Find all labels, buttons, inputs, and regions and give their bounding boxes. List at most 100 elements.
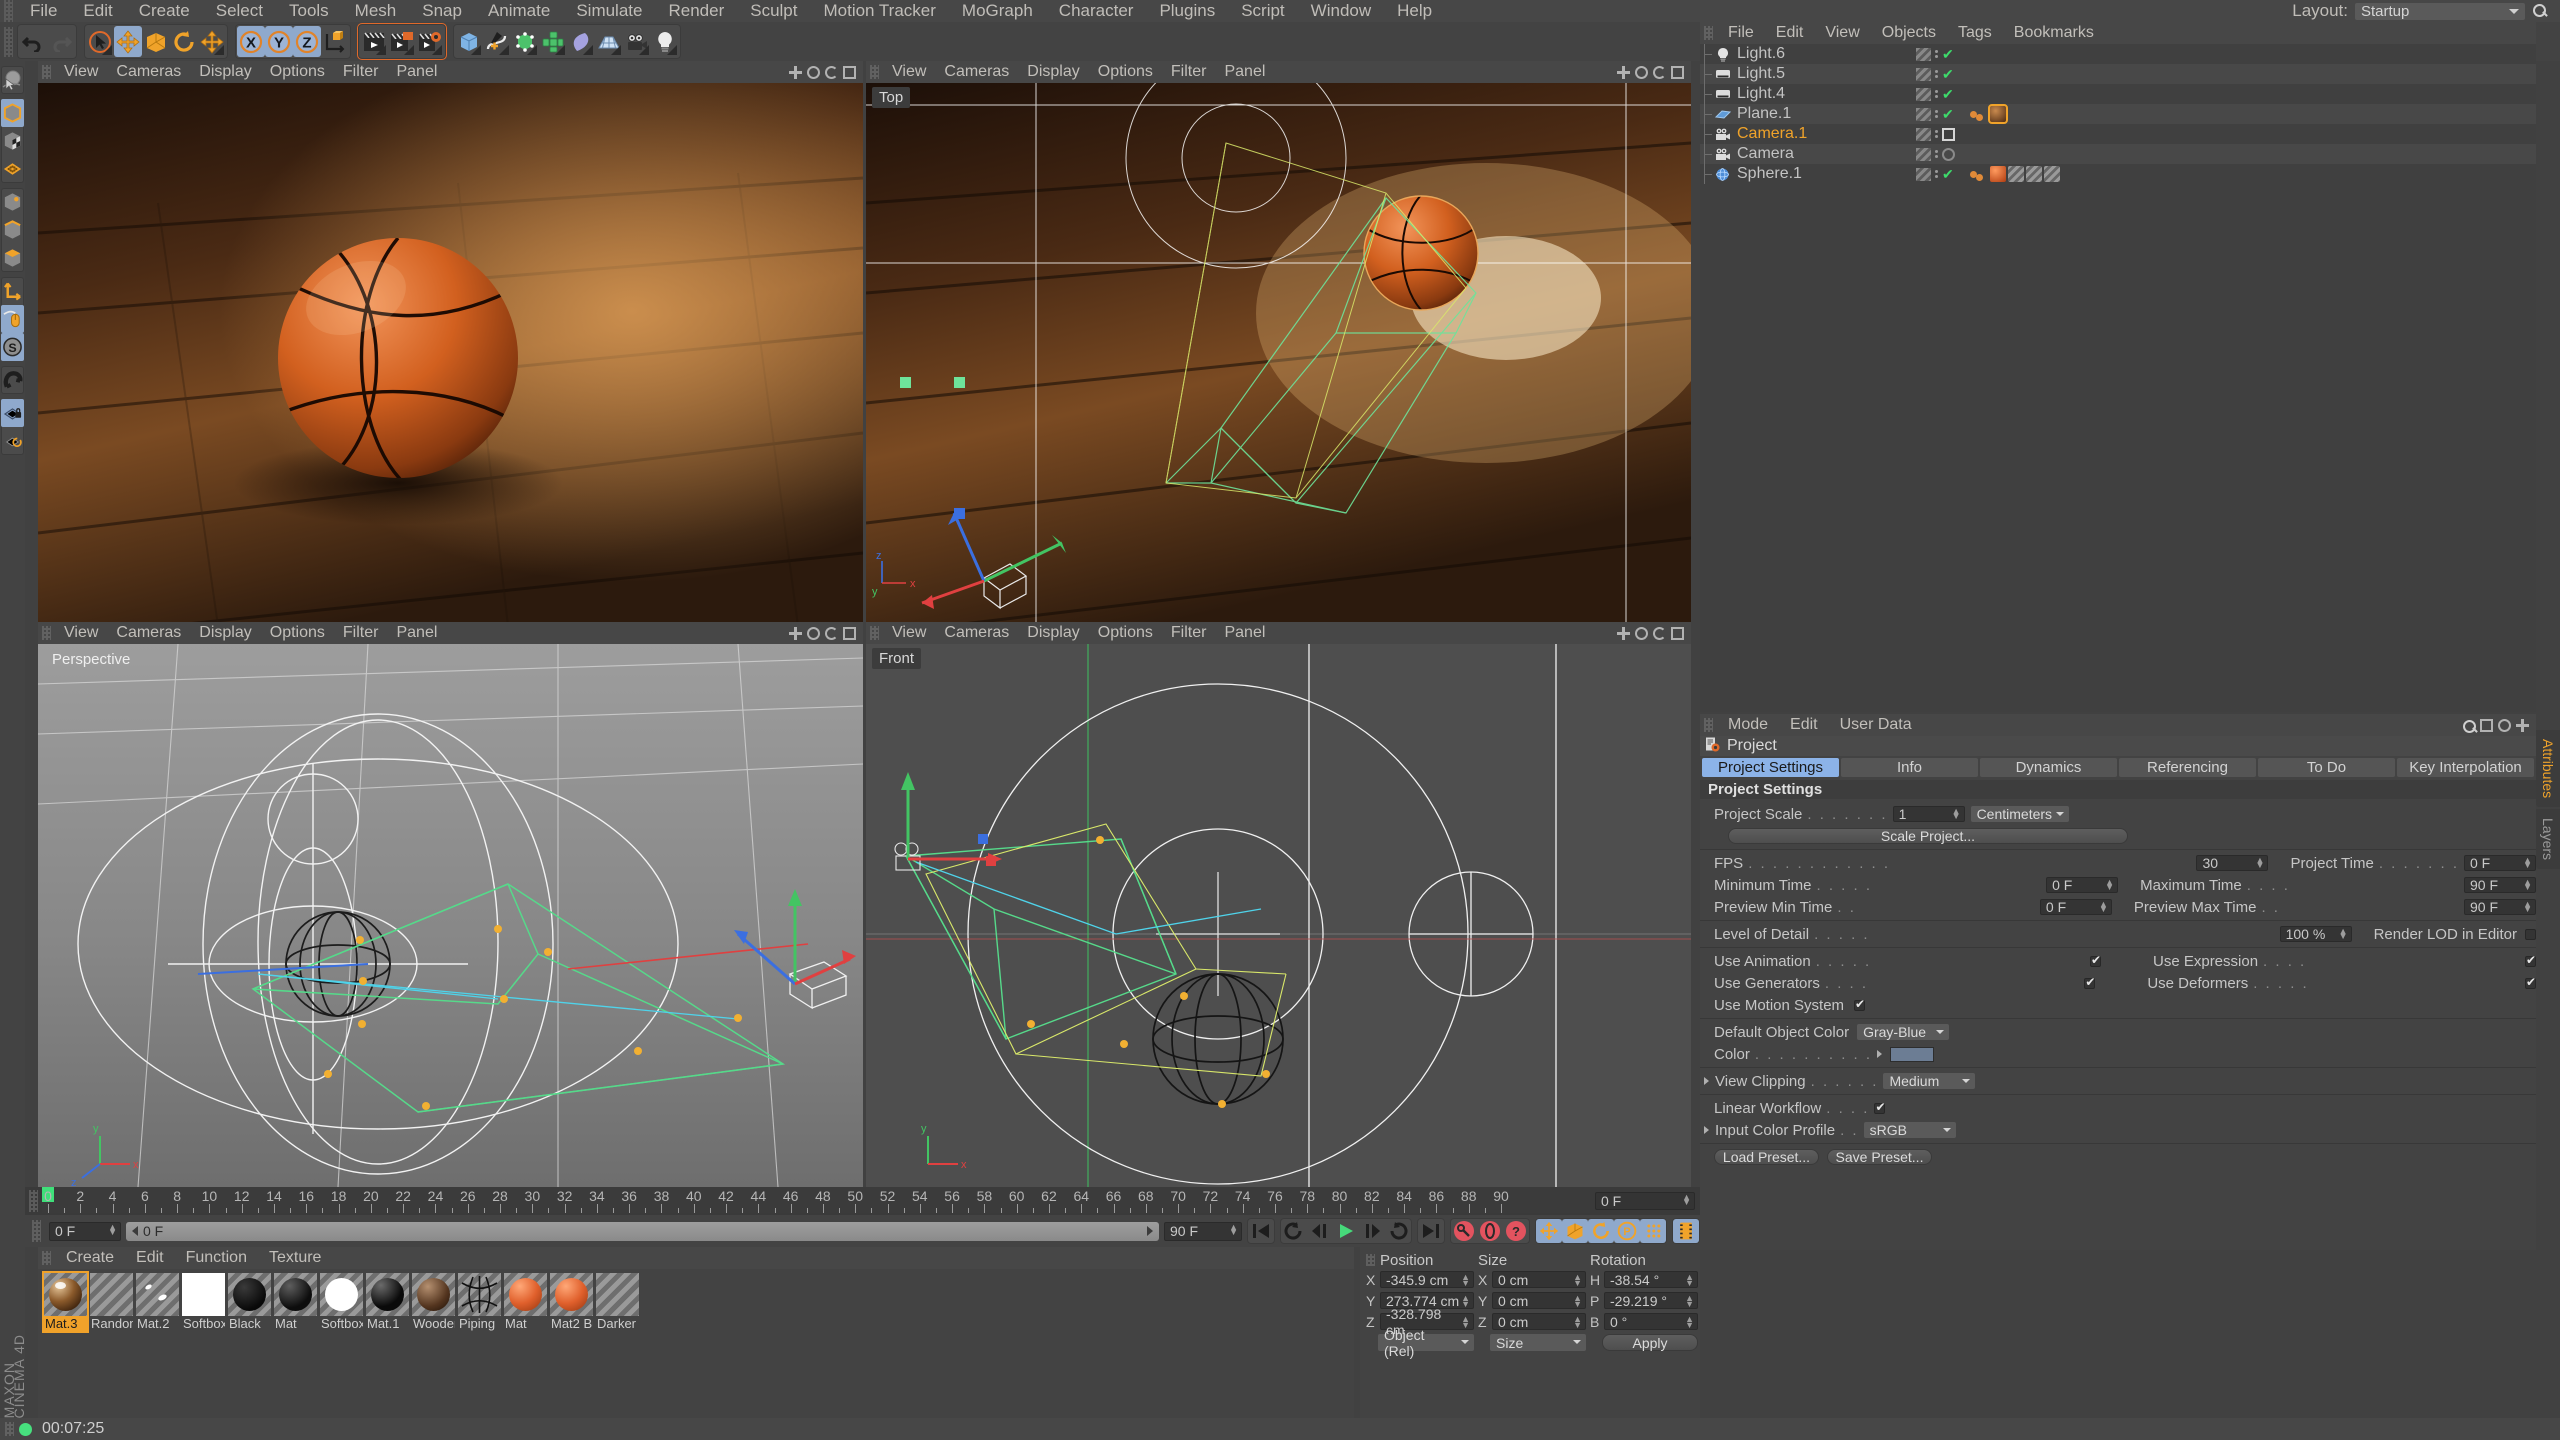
object-row-plane1[interactable]: Plane.1 ✔: [1700, 104, 2536, 124]
edge-cube-icon[interactable]: [1, 188, 24, 216]
om-menu-bookmarks[interactable]: Bookmarks: [2003, 24, 2105, 42]
transport-grip[interactable]: [32, 1220, 41, 1242]
menu-sculpt[interactable]: Sculpt: [737, 0, 810, 22]
mat-menu-create[interactable]: Create: [55, 1249, 125, 1267]
material-item-black[interactable]: Black: [228, 1273, 271, 1331]
statusbar-grip[interactable]: [5, 1422, 14, 1436]
vp-menu-filter[interactable]: Filter: [1162, 624, 1216, 642]
material-item-wooden[interactable]: Wooden: [412, 1273, 455, 1331]
layer-swatch[interactable]: [1916, 127, 1931, 141]
side-tab-attributes[interactable]: Attributes: [2536, 730, 2560, 808]
x-axis-lock[interactable]: X: [237, 26, 265, 57]
material-tag-orange[interactable]: [1990, 166, 2006, 182]
apply-button[interactable]: Apply: [1602, 1334, 1698, 1351]
vp-menu-panel[interactable]: Panel: [387, 624, 446, 642]
menu-script[interactable]: Script: [1228, 0, 1297, 22]
attributes-search-icon[interactable]: [2462, 719, 2476, 733]
tab-info[interactable]: Info: [1841, 758, 1978, 777]
texture-cube-icon[interactable]: [1, 127, 24, 155]
rotation-b-input[interactable]: 0 ° ▲ ▼: [1604, 1313, 1698, 1330]
viewport-pan-icon[interactable]: [1617, 65, 1630, 79]
attributes-grip[interactable]: [1704, 718, 1713, 732]
z-axis-lock[interactable]: Z: [293, 26, 321, 57]
tag-hatch-1[interactable]: [2008, 166, 2024, 182]
viewport-rotate-icon[interactable]: [1653, 65, 1666, 79]
material-item-mat2-bu[interactable]: Mat2 Bu: [550, 1273, 593, 1331]
menu-help[interactable]: Help: [1384, 0, 1445, 22]
timeline-grip[interactable]: [29, 1190, 38, 1212]
viewport-maximize-icon[interactable]: [1671, 626, 1684, 640]
color-expand-arrow-icon[interactable]: [1877, 1050, 1883, 1058]
material-grip[interactable]: [42, 1251, 51, 1265]
viewport-maximize-icon[interactable]: [843, 626, 856, 640]
vp-menu-cameras[interactable]: Cameras: [935, 624, 1018, 642]
vp-menu-view[interactable]: View: [883, 624, 935, 642]
tab-referencing[interactable]: Referencing: [2119, 758, 2256, 777]
scale-key-button[interactable]: [1562, 1219, 1588, 1243]
enabled-check-icon[interactable]: ✔: [1942, 67, 1954, 81]
viewport-camera[interactable]: View Cameras Display Options Filter Pane…: [38, 61, 863, 626]
use-animation-checkbox[interactable]: [2090, 953, 2101, 967]
go-to-start-button[interactable]: [1248, 1219, 1274, 1243]
vp-menu-view[interactable]: View: [55, 624, 107, 642]
use-motion-checkbox[interactable]: [1854, 997, 1865, 1011]
viewport-grip[interactable]: [870, 626, 879, 640]
lod-input[interactable]: 100 % ▲ ▼: [2279, 926, 2352, 942]
active-camera-icon[interactable]: [1942, 127, 1955, 141]
record-keyframe-button[interactable]: [1451, 1219, 1477, 1243]
viewport-maximize-icon[interactable]: [1671, 65, 1684, 79]
s-circle-icon[interactable]: S: [1, 333, 24, 361]
play-button[interactable]: [1333, 1219, 1359, 1243]
viewport-pan-icon[interactable]: [1617, 626, 1630, 640]
add-camera-button[interactable]: [623, 26, 651, 57]
vp-menu-options[interactable]: Options: [261, 624, 334, 642]
viewport-zoom-icon[interactable]: [1635, 626, 1648, 640]
side-tab-layers[interactable]: Layers: [2536, 809, 2560, 870]
om-menu-file[interactable]: File: [1717, 24, 1765, 42]
attributes-lock-icon[interactable]: [2498, 718, 2511, 732]
viewport-maximize-icon[interactable]: [843, 65, 856, 79]
y-axis-lock[interactable]: Y: [265, 26, 293, 57]
vp-menu-cameras[interactable]: Cameras: [935, 63, 1018, 81]
vp-menu-cameras[interactable]: Cameras: [107, 624, 190, 642]
viewport-rotate-icon[interactable]: [825, 65, 838, 79]
vp-menu-options[interactable]: Options: [1089, 63, 1162, 81]
render-lod-checkbox[interactable]: [2525, 928, 2536, 940]
object-tree[interactable]: Light.6 ✔ Light.5 ✔ Light.4 ✔ Plane.1 ✔ …: [1700, 44, 2536, 712]
axis-icon[interactable]: [1, 277, 24, 305]
om-menu-tags[interactable]: Tags: [1947, 24, 2003, 42]
material-item-softbox-1[interactable]: Softbox: [182, 1273, 225, 1331]
viewport-rotate-icon[interactable]: [825, 626, 838, 640]
timeline-scrubber[interactable]: 0 F: [126, 1221, 1159, 1241]
vp-menu-cameras[interactable]: Cameras: [107, 63, 190, 81]
tab-project-settings[interactable]: Project Settings: [1702, 758, 1839, 777]
material-item-mat1[interactable]: Mat.1: [366, 1273, 409, 1331]
color-swatch[interactable]: [1890, 1046, 1935, 1062]
viewport-front[interactable]: View Cameras Display Options Filter Pane…: [866, 622, 1691, 1187]
model-cube-icon[interactable]: [1, 99, 24, 127]
world-coord-toggle[interactable]: [321, 26, 349, 57]
enabled-check-icon[interactable]: ✔: [1942, 87, 1954, 101]
object-row-camera[interactable]: Camera: [1700, 144, 2536, 164]
live-selection-icon[interactable]: [1, 66, 24, 94]
maximum-time-input[interactable]: 90 F ▲ ▼: [2464, 877, 2536, 893]
vp-menu-panel[interactable]: Panel: [1215, 624, 1274, 642]
minimum-time-input[interactable]: 0 F ▲ ▼: [2046, 877, 2119, 893]
scale-tool[interactable]: [142, 26, 170, 57]
timeline-ruler[interactable]: 0 2 4 6 8 10 12 14 16 18 20 22 24 26 28 30 32 34 36 38 40 42 4…: [42, 1187, 1590, 1213]
search-icon[interactable]: [2532, 3, 2548, 19]
generator-button[interactable]: [511, 26, 539, 57]
next-keyframe-button[interactable]: [1385, 1219, 1411, 1243]
enabled-check-icon[interactable]: ✔: [1942, 107, 1954, 121]
deformer-button[interactable]: [567, 26, 595, 57]
keyframe-selection-button[interactable]: ?: [1503, 1219, 1529, 1243]
size-z-input[interactable]: 0 cm ▲ ▼: [1492, 1313, 1586, 1330]
attr-menu-edit[interactable]: Edit: [1779, 716, 1829, 734]
use-expression-checkbox[interactable]: [2525, 953, 2536, 967]
material-item-mat3[interactable]: Mat.3: [42, 1271, 89, 1333]
vp-menu-panel[interactable]: Panel: [1215, 63, 1274, 81]
visibility-dots[interactable]: [1935, 170, 1938, 178]
menu-snap[interactable]: Snap: [409, 0, 475, 22]
viewport-pan-icon[interactable]: [789, 65, 802, 79]
timeline-end-display[interactable]: 0 F ▲ ▼: [1595, 1192, 1695, 1210]
